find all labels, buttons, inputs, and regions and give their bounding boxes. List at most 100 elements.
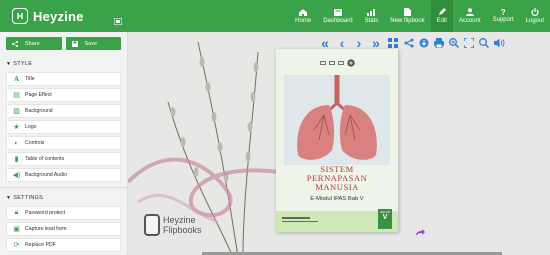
- book-cover[interactable]: SISTEM PERNAPASAN MANUSIA E-Modul IPAS B…: [276, 49, 398, 232]
- heyzine-flipbooks-watermark: Heyzine Flipbooks: [144, 214, 202, 236]
- nav-support-label: Support: [492, 17, 514, 23]
- nav-dashboard[interactable]: Dashboard: [317, 0, 358, 32]
- refresh-icon: ⟳: [13, 242, 20, 249]
- sidebar-item-background[interactable]: ▨ Background: [6, 104, 121, 118]
- sidebar-item-label: Logo: [25, 124, 37, 130]
- page-effect-icon: ▤: [13, 92, 20, 99]
- fullscreen-icon[interactable]: [463, 36, 475, 50]
- sidebar: Share Save ▼ STYLE A Title ▤ Page Effect…: [0, 32, 128, 255]
- brand[interactable]: Heyzine: [0, 0, 128, 32]
- section-divider: [0, 187, 127, 188]
- sidebar-item-label: Controls: [25, 140, 45, 146]
- sidebar-item-title[interactable]: A Title: [6, 72, 121, 86]
- lungs-illustration: [284, 75, 390, 165]
- caret-down-icon: ▼: [6, 195, 12, 201]
- style-section-header[interactable]: ▼ STYLE: [0, 55, 127, 70]
- print-icon[interactable]: [433, 36, 445, 50]
- save-button-label: Save: [84, 40, 98, 47]
- merdeka-logo: [328, 61, 335, 65]
- power-icon: [531, 8, 539, 16]
- brand-name: Heyzine: [33, 8, 84, 24]
- toggle-icon: ◐: [14, 139, 19, 147]
- stats-icon: [367, 8, 376, 16]
- sidebar-item-label: Table of contents: [25, 156, 65, 162]
- sidebar-item-label: Background Audio: [25, 172, 68, 178]
- sidebar-item-page-effect[interactable]: ▤ Page Effect: [6, 88, 121, 102]
- lock-icon: 🔒︎: [14, 209, 19, 216]
- cover-logos: [276, 49, 398, 77]
- forward-arrow-icon[interactable]: [415, 229, 425, 240]
- grid-menu-icon[interactable]: [113, 12, 123, 30]
- grade-badge-number: V: [382, 214, 388, 221]
- pencil-icon: [438, 8, 446, 15]
- main-nav: Home Dashboard Stats New flipbook Edit A…: [289, 0, 550, 32]
- nav-logout-label: Logout: [525, 18, 544, 24]
- nav-home[interactable]: Home: [289, 0, 317, 32]
- download-icon[interactable]: [418, 36, 430, 50]
- sidebar-item-table-of-contents[interactable]: ▮ Table of contents: [6, 152, 121, 166]
- sidebar-item-label: Capture lead form: [25, 226, 67, 232]
- caret-down-icon: ▼: [6, 61, 12, 67]
- zoom-in-icon[interactable]: [448, 36, 460, 50]
- seal-icon: [346, 59, 355, 67]
- sidebar-item-logo[interactable]: ★ Logo: [6, 120, 121, 134]
- nav-edit[interactable]: Edit: [430, 0, 453, 32]
- volume-icon[interactable]: [493, 36, 505, 50]
- share-button[interactable]: Share: [6, 37, 62, 50]
- image-icon: ▨: [13, 108, 20, 115]
- user-icon: [465, 8, 474, 16]
- book-subtitle: E-Modul IPAS Bab V: [310, 196, 364, 202]
- top-navbar: Heyzine Home Dashboard Stats New flipboo…: [0, 0, 550, 32]
- sidebar-item-background-audio[interactable]: ◀) Background Audio: [6, 168, 121, 182]
- book-title: SISTEM PERNAPASAN MANUSIA: [276, 165, 398, 192]
- sidebar-item-controls[interactable]: ◐ Controls: [6, 136, 121, 150]
- settings-section-header[interactable]: ▼ SETTINGS: [0, 189, 127, 204]
- heyzine-watermark-icon: [144, 214, 160, 236]
- author-block: [282, 214, 318, 222]
- heyzine-logo-icon: [12, 8, 28, 24]
- flipbook-preview: « ‹ › » SISTEM PERNAPASAN MANUSIA E-Modu…: [128, 32, 550, 255]
- nav-stats[interactable]: Stats: [359, 0, 385, 32]
- speaker-icon: ◀): [12, 172, 21, 179]
- nav-dashboard-label: Dashboard: [323, 17, 353, 24]
- dashboard-icon: [333, 8, 342, 16]
- nav-new-flipbook-label: New flipbook: [390, 18, 425, 24]
- form-icon: ▣: [13, 226, 20, 233]
- nav-support[interactable]: ? Support: [487, 0, 520, 32]
- nav-logout[interactable]: Logout: [520, 0, 550, 32]
- sidebar-item-label: Replace PDF: [25, 242, 56, 248]
- last-page-icon[interactable]: »: [369, 35, 383, 51]
- watermark-line-1: Heyzine: [163, 215, 196, 225]
- nav-account[interactable]: Account: [453, 0, 487, 32]
- nav-edit-label: Edit: [436, 18, 447, 24]
- next-page-icon[interactable]: ›: [352, 35, 366, 51]
- sidebar-item-replace-pdf[interactable]: ⟳ Replace PDF: [6, 238, 121, 252]
- first-page-icon[interactable]: «: [318, 35, 332, 51]
- home-icon: [299, 8, 308, 16]
- style-header-label: STYLE: [13, 61, 33, 67]
- previous-page-icon[interactable]: ‹: [335, 35, 349, 51]
- sidebar-item-label: Page Effect: [25, 92, 52, 98]
- search-icon[interactable]: [478, 36, 490, 50]
- nav-new-flipbook[interactable]: New flipbook: [384, 0, 430, 32]
- sidebar-item-capture-lead-form[interactable]: ▣ Capture lead form: [6, 222, 121, 236]
- grade-badge: KELAS V: [378, 209, 392, 229]
- cover-footer: KELAS V: [276, 209, 398, 232]
- nav-stats-label: Stats: [364, 17, 379, 24]
- bookmark-icon: ▮: [14, 156, 19, 163]
- new-file-icon: [403, 8, 411, 16]
- sidebar-item-password-protect[interactable]: 🔒︎ Password protect: [6, 206, 121, 220]
- share-icon[interactable]: [403, 36, 415, 50]
- title-icon: A: [13, 75, 20, 83]
- sidebar-item-label: Background: [25, 108, 53, 114]
- share-button-label: Share: [25, 40, 40, 47]
- star-icon: ★: [13, 124, 20, 131]
- thumbnails-grid-icon[interactable]: [386, 36, 400, 50]
- save-button[interactable]: Save: [65, 37, 121, 50]
- nav-account-label: Account: [458, 18, 481, 24]
- sidebar-item-label: Title: [25, 76, 35, 82]
- partner-logo: [337, 61, 344, 65]
- sidebar-item-label: Password protect: [25, 210, 66, 216]
- nav-home-label: Home: [295, 17, 312, 24]
- watermark-line-2: Flipbooks: [163, 225, 202, 235]
